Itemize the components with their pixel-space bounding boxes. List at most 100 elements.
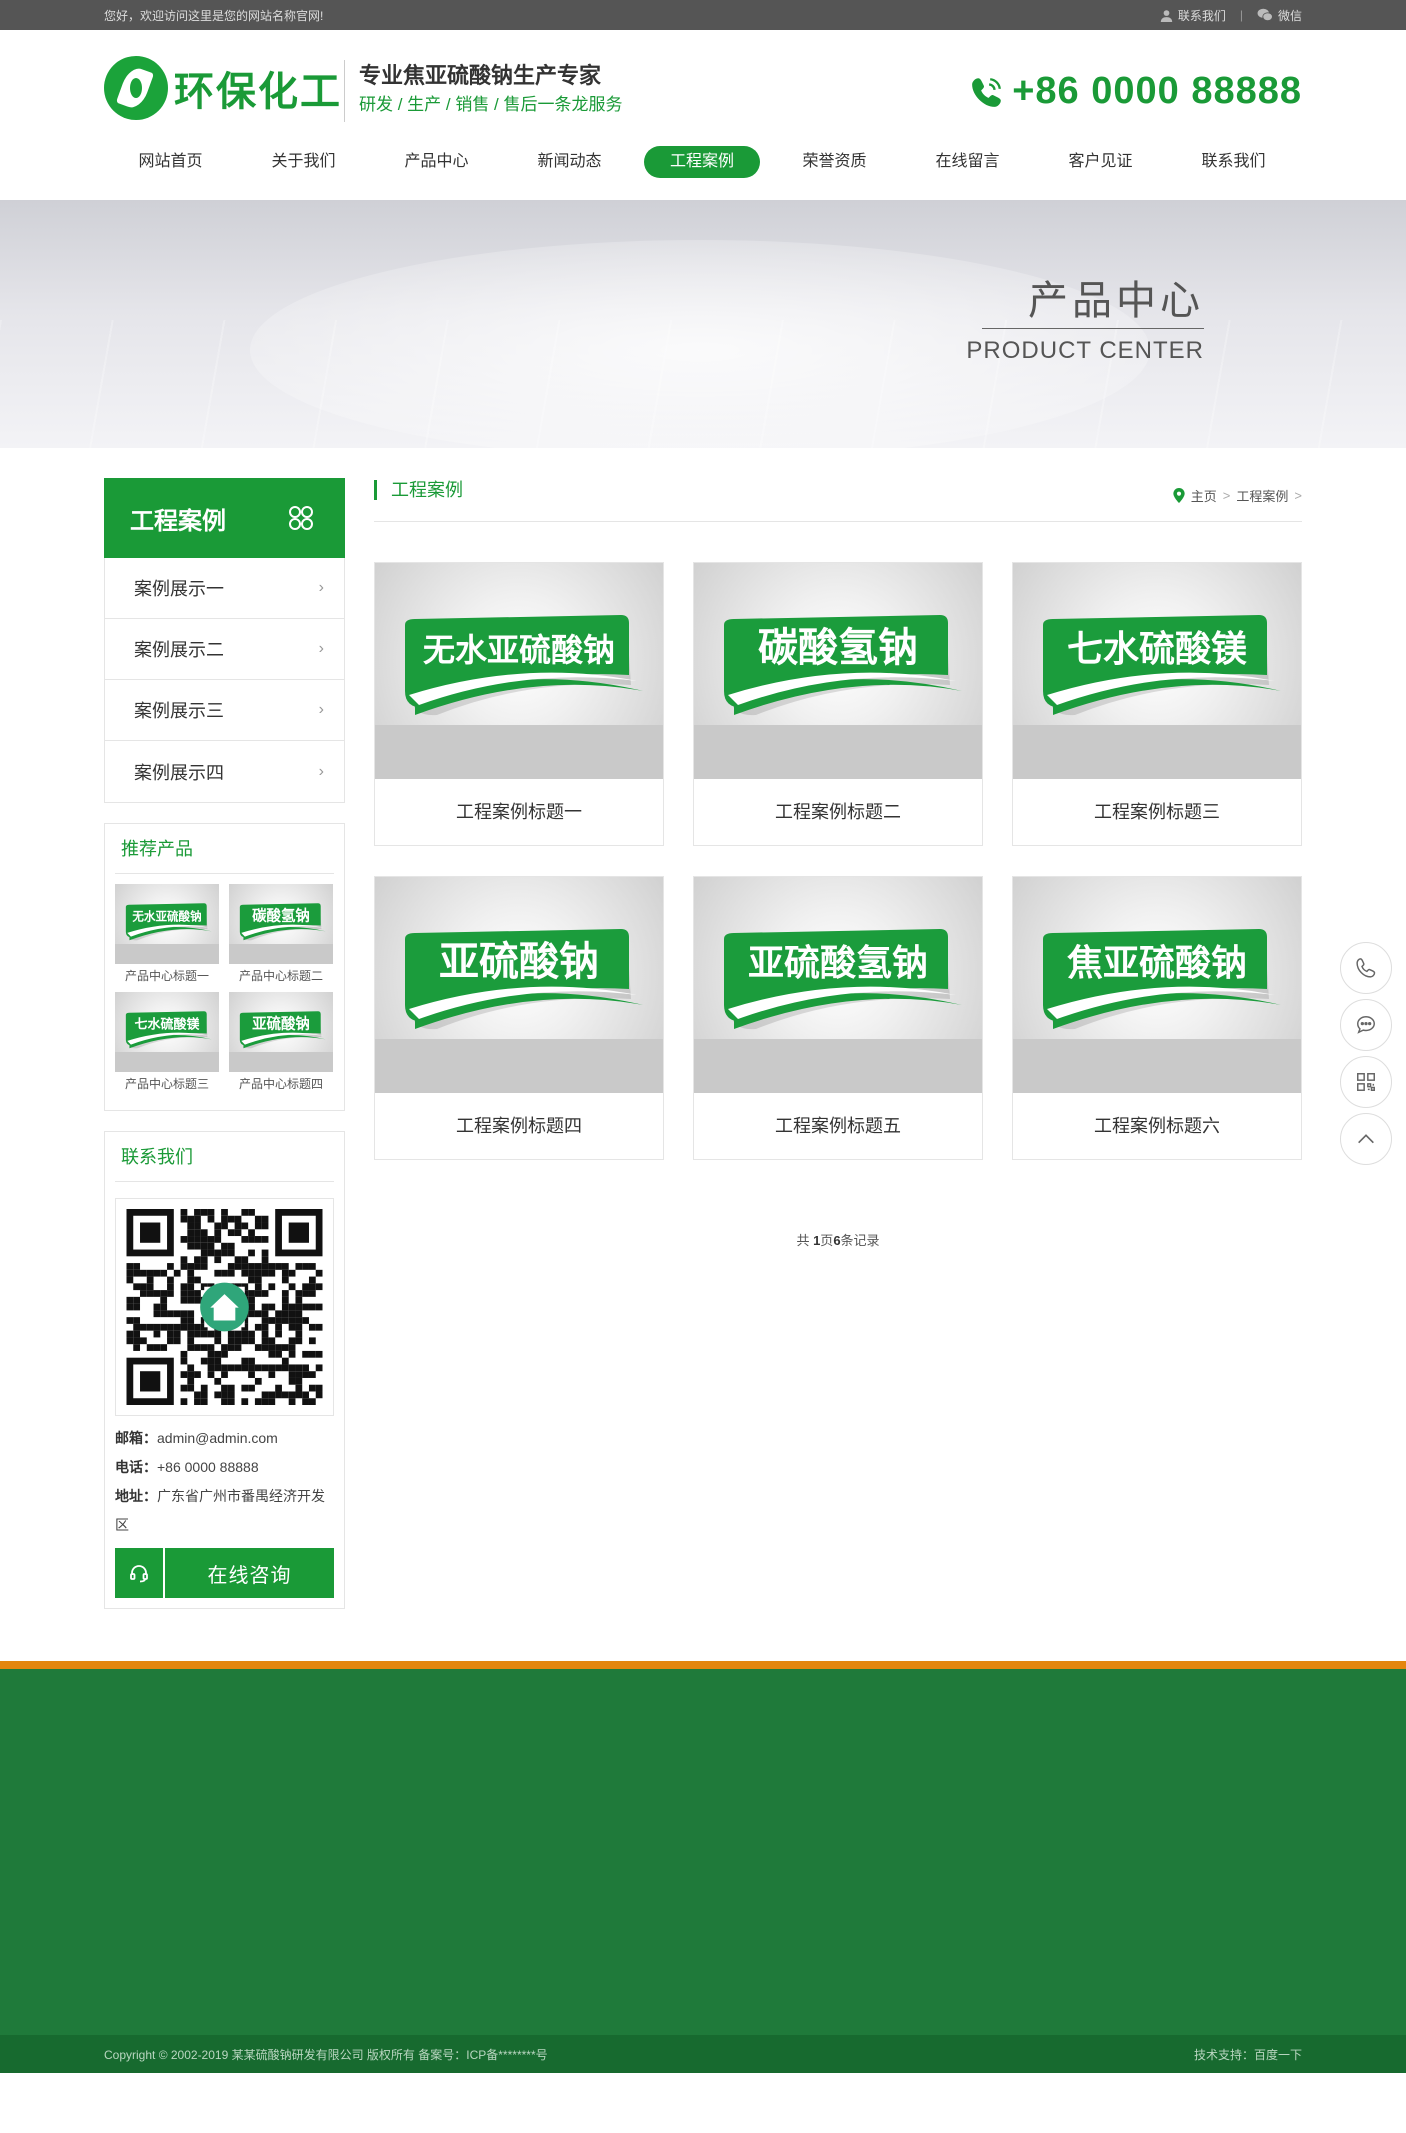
recommend-item[interactable]: 碳酸氢钠 产品中心标题二 <box>229 884 333 992</box>
banner-title: 产品中心 PRODUCT CENTER <box>966 274 1204 373</box>
case-card[interactable]: 焦亚硫酸钠 工程案例标题六 <box>1012 876 1302 1160</box>
site-header: 环保化工 专业焦亚硫酸钠生产专家 研发 / 生产 / 销售 / 售后一条龙服务 … <box>0 30 1406 200</box>
location-pin-icon <box>1173 488 1185 503</box>
recommend-title: 推荐产品 <box>115 824 334 874</box>
footer-tech-support[interactable]: 技术支持：百度一下 <box>1194 2046 1302 2063</box>
product-badge: 碳酸氢钠 <box>239 903 326 941</box>
float-chat-button[interactable] <box>1340 999 1392 1051</box>
floating-toolbar <box>1340 942 1392 1170</box>
contact-address: 地址：广东省广州市番禺经济开发区 <box>115 1488 325 1533</box>
contact-title: 联系我们 <box>115 1132 334 1182</box>
recommend-grid: 无水亚硫酸钠 产品中心标题一 碳酸氢钠 产品中心标题二 七水硫酸镁 产品中心标题… <box>115 884 334 1100</box>
nav-item-home[interactable]: 网站首页 <box>104 146 237 178</box>
nav-item-products[interactable]: 产品中心 <box>370 146 503 178</box>
contact-phone: 电话：+86 0000 88888 <box>115 1459 259 1475</box>
hotline-number: +86 0000 88888 <box>1012 70 1302 112</box>
page-banner: 产品中心 PRODUCT CENTER <box>0 200 1406 448</box>
contact-email: 邮箱：admin@admin.com <box>115 1430 278 1446</box>
breadcrumb-home[interactable]: 主页 <box>1191 486 1217 505</box>
online-consult-button[interactable]: 在线咨询 <box>115 1548 334 1598</box>
product-badge: 七水硫酸镁 <box>125 1011 212 1049</box>
qr-code-image <box>126 1209 323 1405</box>
product-badge-text: 七水硫酸镁 <box>1067 629 1247 670</box>
sidebar-item-case-3[interactable]: 案例展示三 › <box>105 680 344 741</box>
sidebar-item-case-2[interactable]: 案例展示二 › <box>105 619 344 680</box>
record-count: 6 <box>833 1233 841 1248</box>
case-image: 七水硫酸镁 <box>1013 563 1301 779</box>
case-image: 亚硫酸钠 <box>375 877 663 1093</box>
chat-icon <box>1357 1016 1375 1034</box>
case-image: 无水亚硫酸钠 <box>375 563 663 779</box>
phone-icon <box>1356 958 1376 978</box>
chevron-right-icon: › <box>318 762 324 780</box>
topbar-contact-link[interactable]: 联系我们 <box>1160 7 1226 24</box>
banner-title-cn: 产品中心 <box>1028 279 1204 323</box>
product-image: 无水亚硫酸钠 <box>115 884 219 964</box>
breadcrumb: 主页 > 工程案例 > <box>1173 486 1302 505</box>
nav-item-honors[interactable]: 荣誉资质 <box>768 146 901 178</box>
recommend-item[interactable]: 亚硫酸钠 产品中心标题四 <box>229 992 333 1100</box>
case-image: 亚硫酸氢钠 <box>694 877 982 1093</box>
nav-item-contact[interactable]: 联系我们 <box>1167 146 1300 178</box>
product-badge: 无水亚硫酸钠 <box>405 615 643 716</box>
welcome-text: 您好，欢迎访问这里是您的网站名称官网! <box>104 8 324 23</box>
banner-title-en: PRODUCT CENTER <box>966 337 1204 364</box>
product-badge-text: 碳酸氢钠 <box>758 625 918 671</box>
user-icon <box>1160 9 1173 22</box>
back-to-top-button[interactable] <box>1340 1113 1392 1165</box>
float-phone-button[interactable] <box>1340 942 1392 994</box>
sidebar-menu: 案例展示一 › 案例展示二 › 案例展示三 › 案例展示四 › <box>104 558 345 803</box>
case-title: 工程案例标题六 <box>1094 1116 1220 1136</box>
sidebar-item-case-4[interactable]: 案例展示四 › <box>105 741 344 802</box>
nav-item-testimonials[interactable]: 客户见证 <box>1034 146 1167 178</box>
recommend-box: 推荐产品 无水亚硫酸钠 产品中心标题一 碳酸氢钠 产品中心标题二 七水硫酸镁 产… <box>104 823 345 1111</box>
product-badge: 无水亚硫酸钠 <box>125 903 212 941</box>
site-logo[interactable]: 环保化工 <box>104 56 342 120</box>
product-badge-text: 亚硫酸氢钠 <box>748 943 928 984</box>
slogan-subtitle: 研发 / 生产 / 销售 / 售后一条龙服务 <box>359 95 623 114</box>
recommend-item[interactable]: 七水硫酸镁 产品中心标题三 <box>115 992 219 1100</box>
case-title: 工程案例标题二 <box>775 802 901 822</box>
breadcrumb-current[interactable]: 工程案例 <box>1236 486 1288 505</box>
contact-box: 联系我们 邮箱：admin@admin.com 电话：+86 0000 8888… <box>104 1131 345 1609</box>
hotline: +86 0000 88888 <box>970 70 1302 113</box>
case-card[interactable]: 亚硫酸钠 工程案例标题四 <box>374 876 664 1160</box>
float-qrcode-button[interactable] <box>1340 1056 1392 1108</box>
topbar-wechat-link[interactable]: 微信 <box>1257 7 1302 24</box>
slogan: 专业焦亚硫酸钠生产专家 研发 / 生产 / 销售 / 售后一条龙服务 <box>344 60 623 122</box>
leaf-logo-icon <box>104 56 168 120</box>
case-card[interactable]: 无水亚硫酸钠 工程案例标题一 <box>374 562 664 846</box>
clover-icon <box>289 506 313 530</box>
case-title: 工程案例标题一 <box>456 802 582 822</box>
product-badge: 七水硫酸镁 <box>1043 615 1281 716</box>
case-card[interactable]: 七水硫酸镁 工程案例标题三 <box>1012 562 1302 846</box>
nav-item-message[interactable]: 在线留言 <box>901 146 1034 178</box>
case-card[interactable]: 亚硫酸氢钠 工程案例标题五 <box>693 876 983 1160</box>
product-badge-text: 无水亚硫酸钠 <box>132 909 202 923</box>
case-title: 工程案例标题四 <box>456 1116 582 1136</box>
product-image: 亚硫酸钠 <box>229 992 333 1072</box>
pagination: 共 1页6条记录 <box>796 1233 880 1248</box>
nav-item-news[interactable]: 新闻动态 <box>503 146 636 178</box>
case-card[interactable]: 碳酸氢钠 工程案例标题二 <box>693 562 983 846</box>
nav-item-about[interactable]: 关于我们 <box>237 146 370 178</box>
product-badge-text: 亚硫酸钠 <box>439 939 599 985</box>
wechat-icon <box>1257 8 1273 22</box>
product-badge: 焦亚硫酸钠 <box>1043 929 1281 1030</box>
qrcode-icon <box>1357 1073 1375 1091</box>
recommend-item[interactable]: 无水亚硫酸钠 产品中心标题一 <box>115 884 219 992</box>
chevron-right-icon: › <box>318 640 324 657</box>
product-badge: 亚硫酸钠 <box>405 929 643 1030</box>
content-area: 工程案例 主页 > 工程案例 > 无水亚硫酸钠 工程案例标题一 碳酸氢钠 工程案… <box>374 478 1302 1249</box>
case-image: 焦亚硫酸钠 <box>1013 877 1301 1093</box>
section-title: 工程案例 <box>374 480 463 500</box>
headset-icon <box>115 1548 165 1598</box>
product-badge-text: 无水亚硫酸钠 <box>423 631 615 669</box>
product-badge-text: 焦亚硫酸钠 <box>1067 943 1247 984</box>
case-title: 工程案例标题五 <box>775 1116 901 1136</box>
sidebar-item-case-1[interactable]: 案例展示一 › <box>105 558 344 619</box>
product-badge-text: 碳酸氢钠 <box>252 906 310 924</box>
product-badge: 亚硫酸钠 <box>239 1011 326 1049</box>
nav-item-cases[interactable]: 工程案例 <box>644 146 760 178</box>
content-header: 工程案例 主页 > 工程案例 > <box>374 478 1302 522</box>
